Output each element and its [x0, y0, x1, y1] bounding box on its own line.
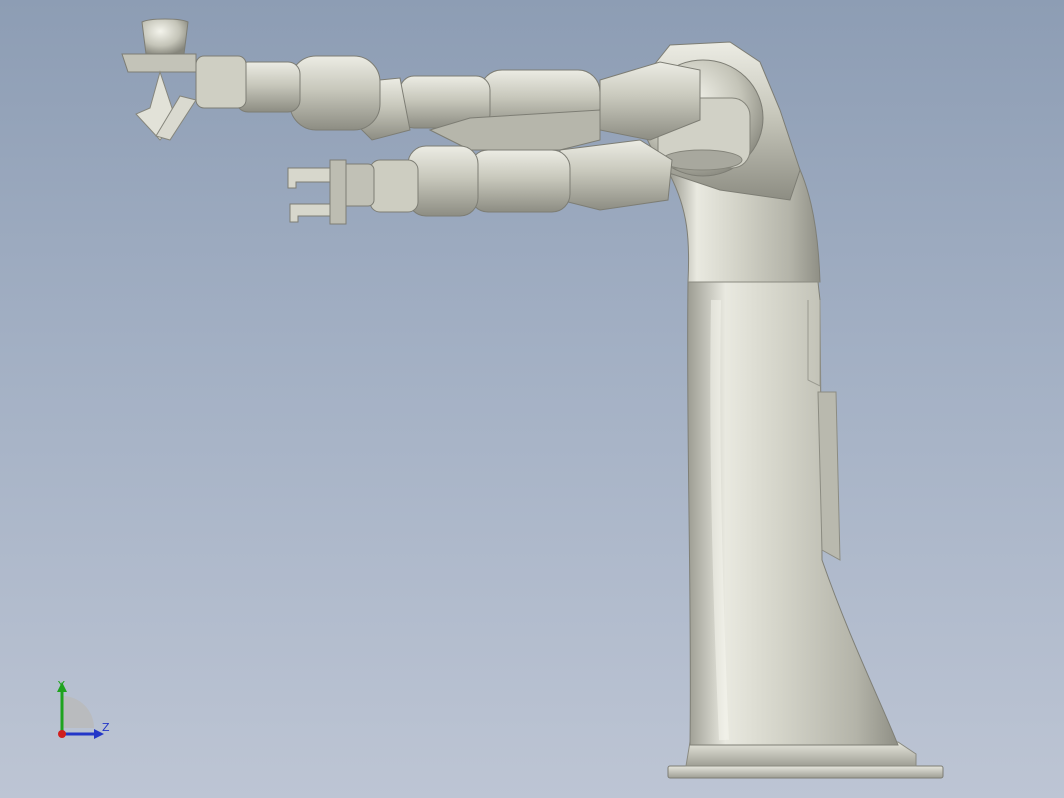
robot-lower-arm — [339, 139, 673, 217]
robot-model[interactable] — [0, 0, 1064, 798]
y-axis-label: Y — [58, 679, 65, 692]
lower-gripper — [287, 159, 347, 225]
upper-gripper — [121, 18, 197, 141]
robot-base-plate — [667, 741, 944, 779]
robot-pillar — [669, 149, 899, 746]
z-axis-label: Z — [102, 721, 110, 734]
robot-upper-arm — [195, 55, 701, 151]
3d-viewport[interactable]: Y Z — [0, 0, 1064, 798]
